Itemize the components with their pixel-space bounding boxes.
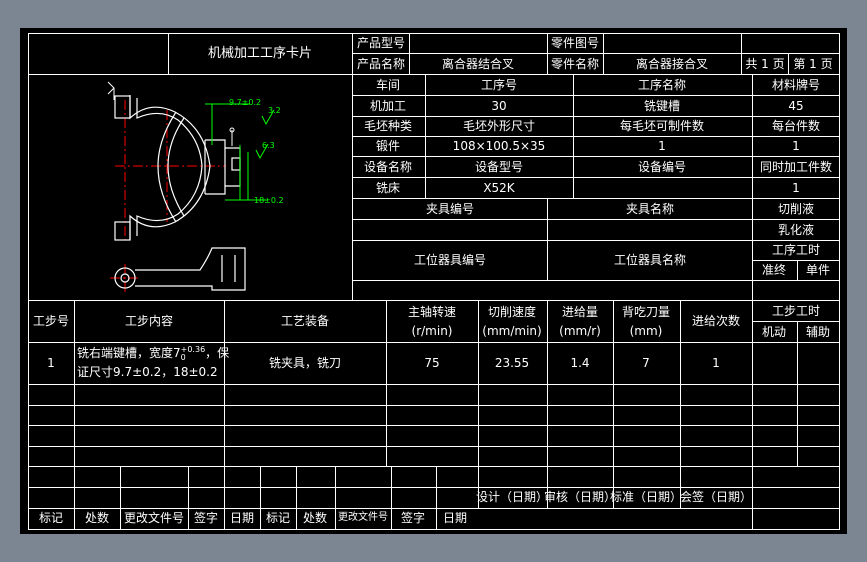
concurrent-value[interactable]: 1 bbox=[792, 181, 800, 195]
equip-no-label: 设备编号 bbox=[637, 160, 687, 174]
step-1-passes[interactable]: 1 bbox=[712, 356, 720, 370]
dim-right-label: 18±0.2 bbox=[254, 196, 284, 205]
equip-name-value[interactable]: 铣床 bbox=[376, 181, 400, 195]
parts-per-blank-label: 每毛坯可制件数 bbox=[619, 119, 705, 133]
blank-size-value[interactable]: 108×100.5×35 bbox=[453, 139, 546, 153]
col-feed: 进给量 bbox=[561, 305, 599, 319]
op-no-label: 工序号 bbox=[480, 78, 518, 92]
concurrent-label: 同时加工件数 bbox=[759, 160, 833, 174]
op-time-label: 工序工时 bbox=[771, 243, 821, 257]
blank-type-value[interactable]: 锻件 bbox=[376, 139, 400, 153]
blank-type-label: 毛坯种类 bbox=[363, 119, 413, 133]
col-aux-time: 辅助 bbox=[805, 325, 831, 339]
step-1-tol-lower: 0 bbox=[180, 353, 186, 362]
dim-top-label: 9.7±0.2 bbox=[229, 98, 262, 107]
coolant-value[interactable]: 乳化液 bbox=[778, 223, 814, 237]
col-step-no: 工步号 bbox=[32, 314, 70, 328]
fixture-name-label: 夹具名称 bbox=[625, 202, 675, 216]
footer-sign-2: 签字 bbox=[400, 511, 426, 525]
col-spindle-speed-unit: (r/min) bbox=[411, 324, 453, 338]
footer-date: 日期 bbox=[229, 511, 255, 525]
col-equipment: 工艺装备 bbox=[280, 314, 330, 328]
step-1-cutting-speed[interactable]: 23.55 bbox=[495, 356, 529, 370]
step-1-content-line2[interactable]: 证尺寸9.7±0.2，18±0.2 bbox=[77, 365, 218, 379]
product-model-label: 产品型号 bbox=[356, 36, 406, 50]
equip-name-label: 设备名称 bbox=[363, 160, 413, 174]
material-label: 材料牌号 bbox=[771, 78, 821, 92]
unit-label: 单件 bbox=[805, 263, 831, 277]
workshop-value[interactable]: 机加工 bbox=[370, 99, 406, 113]
footer-doc-no: 更改文件号 bbox=[123, 511, 185, 525]
parts-per-machine-value[interactable]: 1 bbox=[792, 139, 800, 153]
part-drawing-label: 零件图号 bbox=[550, 36, 600, 50]
signoff-countersign[interactable]: 会签（日期） bbox=[680, 490, 752, 504]
col-passes: 进给次数 bbox=[691, 314, 741, 328]
table-grid bbox=[28, 33, 840, 530]
roughness-2: 6.3 bbox=[262, 141, 275, 150]
signoff-standard[interactable]: 标准（日期） bbox=[610, 490, 682, 504]
station-tool-name-label: 工位器具名称 bbox=[613, 253, 687, 267]
step-1-content-line1[interactable]: 铣右端键槽，宽度7 +0.36 0 ，保 bbox=[77, 346, 229, 362]
station-tool-no-label: 工位器具编号 bbox=[413, 253, 487, 267]
equip-model-label: 设备型号 bbox=[474, 160, 524, 174]
footer-date-2: 日期 bbox=[442, 511, 468, 525]
blank-size-label: 毛坯外形尺寸 bbox=[462, 119, 536, 133]
part-drawing bbox=[107, 81, 275, 292]
col-step-content: 工步内容 bbox=[124, 314, 174, 328]
card-title: 机械加工工序卡片 bbox=[207, 46, 313, 61]
step-1-content-text: 铣右端键槽，宽度7 bbox=[77, 346, 181, 360]
signoff-review[interactable]: 审核（日期） bbox=[544, 490, 616, 504]
equip-model-value[interactable]: X52K bbox=[483, 181, 514, 195]
parts-per-machine-label: 每台件数 bbox=[771, 119, 821, 133]
op-name-label: 工序名称 bbox=[637, 78, 687, 92]
col-machine-time: 机动 bbox=[761, 325, 787, 339]
parts-per-blank-value[interactable]: 1 bbox=[658, 139, 666, 153]
workshop-label: 车间 bbox=[375, 78, 401, 92]
col-cutting-speed-unit: (mm/min) bbox=[482, 324, 542, 338]
footer-mark: 标记 bbox=[38, 511, 64, 525]
col-step-time: 工步工时 bbox=[771, 304, 821, 318]
step-1-no[interactable]: 1 bbox=[47, 356, 55, 370]
step-1-depth[interactable]: 7 bbox=[642, 356, 650, 370]
footer-sign: 签字 bbox=[193, 511, 219, 525]
coolant-label: 切削液 bbox=[777, 202, 815, 216]
col-depth-unit: (mm) bbox=[629, 324, 663, 338]
col-feed-unit: (mm/r) bbox=[559, 324, 601, 338]
step-1-spindle-speed[interactable]: 75 bbox=[424, 356, 439, 370]
step-1-equipment[interactable]: 铣夹具，铣刀 bbox=[269, 356, 341, 370]
signoff-design[interactable]: 设计（日期） bbox=[476, 490, 548, 504]
col-spindle-speed: 主轴转速 bbox=[407, 305, 457, 319]
step-1-feed[interactable]: 1.4 bbox=[570, 356, 589, 370]
page-number: 第 1 页 bbox=[793, 57, 833, 71]
total-pages: 共 1 页 bbox=[745, 57, 785, 71]
product-name-label: 产品名称 bbox=[356, 57, 406, 71]
prep-end-label: 准终 bbox=[761, 263, 787, 277]
op-no-value[interactable]: 30 bbox=[491, 99, 506, 113]
product-name-value[interactable]: 离合器结合叉 bbox=[442, 57, 514, 71]
roughness-1: 3.2 bbox=[268, 106, 281, 115]
footer-count: 处数 bbox=[84, 511, 110, 525]
op-name-value[interactable]: 铣键槽 bbox=[644, 99, 680, 113]
step-1-tolerance: +0.36 0 bbox=[181, 346, 206, 362]
footer-doc-no-2: 更改文件号 bbox=[338, 512, 388, 523]
col-cutting-speed: 切削速度 bbox=[487, 305, 537, 319]
footer-mark-2: 标记 bbox=[265, 511, 291, 525]
fixture-no-label: 夹具编号 bbox=[425, 202, 475, 216]
material-value[interactable]: 45 bbox=[788, 99, 803, 113]
clamp-markers bbox=[107, 81, 235, 146]
part-name-label: 零件名称 bbox=[550, 57, 600, 71]
fork-outline bbox=[114, 95, 246, 291]
col-depth: 背吃刀量 bbox=[621, 305, 671, 319]
part-name-value[interactable]: 离合器接合叉 bbox=[636, 57, 708, 71]
center-lines bbox=[110, 100, 226, 292]
step-1-content-tail: ，保 bbox=[205, 346, 230, 360]
footer-count-2: 处数 bbox=[302, 511, 328, 525]
